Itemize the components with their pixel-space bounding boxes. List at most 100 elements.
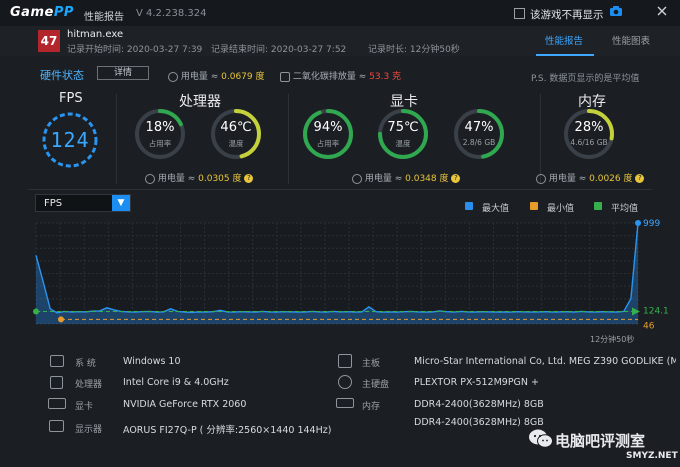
power-icon (145, 173, 155, 184)
gpu-usage-sub: 占用率 (316, 139, 340, 148)
camera-icon[interactable] (609, 5, 623, 19)
gpu-memory-sub: 2.8/6 GB (462, 138, 496, 147)
spec-label-os: 系 统 (75, 359, 96, 369)
game-badge: 47 (38, 30, 60, 52)
record-start: 记录开始时间: 2020-03-27 7:39 (67, 45, 203, 55)
app-version: V 4.2.238.324 (136, 8, 207, 19)
cpu-power-value: 0.0305 度 (198, 174, 242, 184)
memory-power: 用电量 ≈ 0.0026 度 ? (536, 171, 645, 184)
tab-performance-report[interactable]: 性能报告 (545, 33, 583, 47)
power-icon (352, 173, 362, 184)
legend-avg-swatch (594, 202, 602, 210)
min-marker (58, 316, 64, 323)
watermark-site: SMYZ.NET (626, 451, 678, 461)
legend-max: 最大值 (465, 201, 510, 214)
watermark-text: 电脑吧评测室 (555, 432, 646, 450)
no-show-label[interactable]: 该游戏不再显示 (530, 7, 604, 22)
legend-avg-label: 平均值 (611, 204, 639, 214)
metric-select[interactable]: FPS ▼ (35, 194, 131, 212)
help-icon[interactable]: ? (635, 174, 645, 183)
metric-select-value: FPS (44, 198, 63, 209)
spec-value-cpu: Intel Core i9 & 4.0GHz (123, 377, 229, 388)
legend-max-label: 最大值 (482, 204, 510, 214)
record-end: 记录结束时间: 2020-03-27 7:52 (211, 45, 347, 55)
max-value-label: 999 (643, 219, 660, 229)
tab-performance-chart[interactable]: 性能图表 (612, 33, 650, 47)
avg-marker (33, 308, 39, 315)
co2-label: 二氧化碳排放量 ≈ (292, 72, 370, 82)
game-name: hitman.exe (67, 29, 124, 40)
memory-power-value: 0.0026 度 (589, 174, 633, 184)
memory-usage-gauge: 28% 4.6/16 GB (562, 107, 616, 161)
gpu-memory-gauge: 47% 2.8/6 GB (452, 107, 506, 161)
total-power-label: 用电量 ≈ (180, 72, 222, 82)
active-tab-indicator (536, 54, 594, 56)
spec-label-gpu: 显卡 (75, 402, 94, 412)
total-power: 用电量 ≈ 0.0679 度 (168, 69, 265, 82)
spec-value-disk: PLEXTOR PX-512M9PGN + (414, 377, 540, 388)
total-power-value: 0.0679 度 (221, 72, 265, 82)
gpu-usage-gauge: 94% 占用率 (301, 107, 355, 161)
gpu-temp-gauge: 75℃ 温度 (376, 107, 430, 161)
gpu-icon (48, 398, 66, 409)
logo-pp: PP (53, 5, 74, 20)
spec-label-disk: 主硬盘 (362, 380, 390, 390)
cpu-temp-gauge: 46℃ 温度 (209, 107, 263, 161)
section-divider (28, 189, 652, 190)
close-icon[interactable] (655, 5, 669, 19)
flask-icon (280, 71, 290, 82)
details-button[interactable]: 详情 (97, 66, 149, 80)
gpu-power-label: 用电量 ≈ (364, 174, 406, 184)
ps-note: P.S. 数据页显示的是平均值 (531, 74, 640, 84)
display-icon (49, 420, 64, 432)
motherboard-icon (338, 354, 352, 368)
hardware-status-title: 硬件状态 (40, 69, 84, 82)
cpu-icon (50, 376, 63, 389)
monitor-icon (50, 355, 64, 367)
ram-icon (336, 398, 354, 408)
spec-value-os: Windows 10 (123, 356, 181, 367)
max-marker (635, 220, 641, 226)
gpu-temp-sub: 温度 (395, 139, 411, 148)
gpu-usage-value: 94% (313, 120, 343, 135)
memory-usage-value: 28% (574, 120, 604, 135)
cpu-power: 用电量 ≈ 0.0305 度 ? (145, 171, 254, 184)
spec-value-gpu: NVIDIA GeForce RTX 2060 (123, 399, 247, 410)
help-icon[interactable]: ? (244, 174, 254, 183)
min-value-label: 46 (643, 321, 655, 331)
chart-duration: 12分钟50秒 (590, 335, 635, 344)
legend-min: 最小值 (530, 201, 574, 214)
divider-2 (288, 94, 289, 184)
logo-game: Game (10, 5, 54, 20)
no-show-checkbox[interactable] (514, 8, 525, 19)
fps-gauge: 124 (40, 110, 100, 170)
chevron-down-icon[interactable]: ▼ (112, 195, 130, 211)
gpu-memory-value: 47% (464, 120, 494, 135)
spec-value-memory-1: DDR4-2400(3628MHz) 8GB (414, 399, 544, 410)
spec-label-display: 显示器 (75, 425, 103, 435)
legend-min-swatch (530, 202, 538, 210)
fps-label: FPS (59, 91, 83, 106)
legend-max-swatch (465, 202, 473, 210)
fps-value: 124 (50, 128, 90, 152)
disk-icon (338, 375, 352, 389)
gpu-power-value: 0.0348 度 (405, 174, 449, 184)
spec-label-motherboard: 主板 (362, 359, 381, 369)
cpu-usage-value: 18% (145, 120, 175, 135)
divider-1 (116, 94, 117, 184)
window-title: 性能报告 (84, 12, 124, 23)
cpu-usage-sub: 占用率 (148, 139, 172, 148)
spec-value-display: AORUS FI27Q-P ( 分辨率:2560×1440 144Hz) (123, 425, 332, 436)
legend-avg: 平均值 (594, 201, 639, 214)
gpu-power: 用电量 ≈ 0.0348 度 ? (352, 171, 461, 184)
spec-value-memory-2: DDR4-2400(3628MHz) 8GB (414, 417, 544, 428)
wechat-icon (528, 428, 554, 453)
fps-chart: 999 124.1 46 (28, 219, 674, 339)
spec-label-cpu: 处理器 (75, 380, 103, 390)
help-icon[interactable]: ? (451, 174, 461, 183)
avg-value-label: 124.1 (643, 306, 669, 316)
spec-label-memory: 内存 (362, 402, 381, 412)
gpu-temp-value: 75℃ (387, 120, 419, 135)
power-icon (168, 71, 178, 82)
co2-emission: 二氧化碳排放量 ≈ 53.3 克 (280, 69, 401, 82)
